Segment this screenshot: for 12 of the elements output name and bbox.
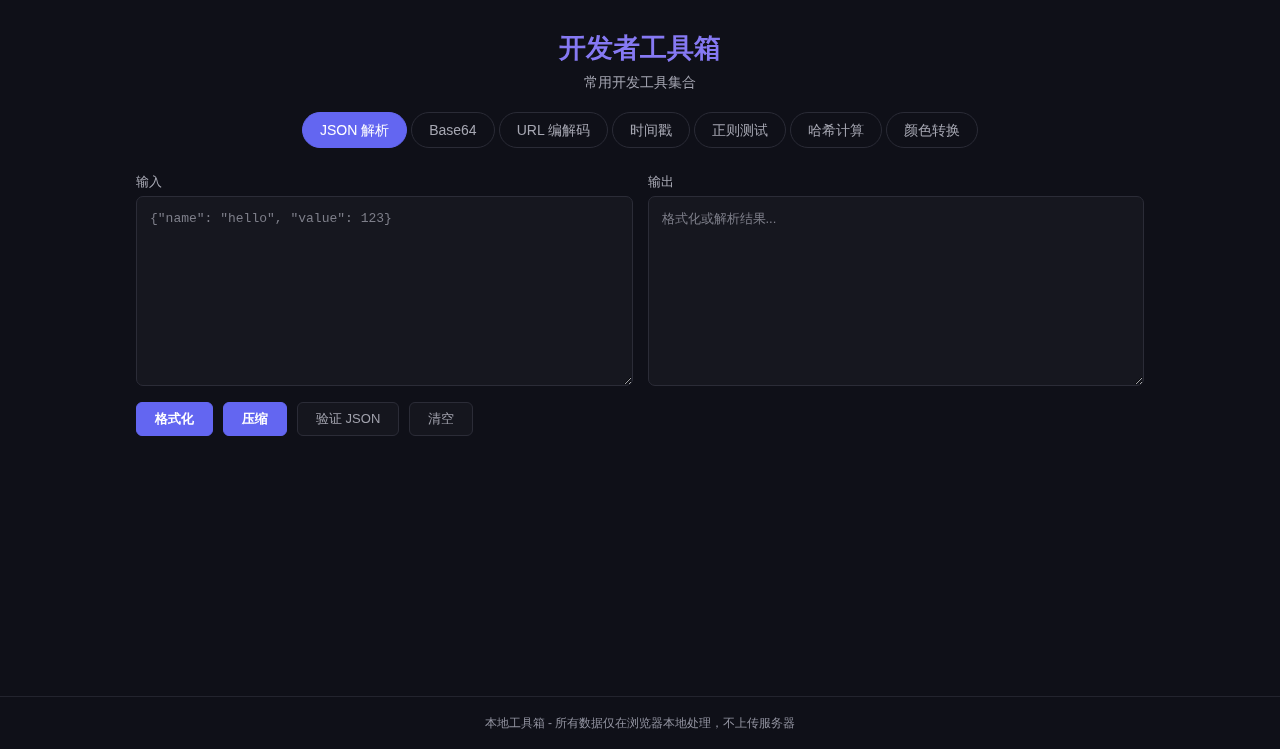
tool-tab[interactable]: JSON 解析 <box>301 112 408 148</box>
action-button[interactable]: 清空 <box>409 402 474 436</box>
action-button[interactable]: 验证 JSON <box>297 402 400 436</box>
field-label: 输入 <box>136 173 163 191</box>
footer-text: 本地工具箱 - 所有数据仅在浏览器本地处理，不上传服务器 <box>484 715 796 732</box>
action-button[interactable]: 压缩 <box>223 402 287 436</box>
field-label: 输出 <box>647 173 675 191</box>
input-field[interactable]: {"name": "hello", "value": 123} <box>136 196 633 386</box>
action-button[interactable]: 格式化 <box>136 402 213 436</box>
output-field[interactable]: 格式化或解析结果... <box>647 196 1144 386</box>
page-subtitle: 常用开发工具集合 <box>584 73 696 92</box>
page-title: 开发者工具箱 <box>559 32 721 65</box>
